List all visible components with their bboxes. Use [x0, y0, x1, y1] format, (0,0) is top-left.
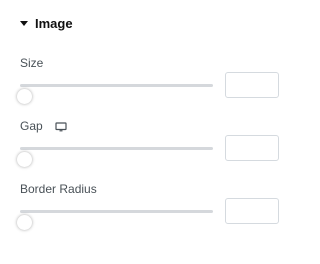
size-slider-handle[interactable] — [17, 89, 32, 104]
border-radius-slider-handle[interactable] — [17, 215, 32, 230]
gap-input[interactable] — [225, 135, 279, 161]
caret-down-icon — [20, 21, 28, 26]
gap-slider-row — [17, 135, 280, 167]
gap-control: Gap — [17, 118, 280, 167]
border-radius-slider-row — [17, 198, 280, 230]
border-radius-slider-track[interactable] — [17, 210, 213, 230]
section-title: Image — [35, 15, 73, 31]
gap-label: Gap — [20, 119, 43, 133]
section-header-image[interactable]: Image — [20, 14, 73, 32]
size-control: Size — [17, 55, 280, 104]
gap-slider-track[interactable] — [17, 147, 213, 167]
border-radius-label: Border Radius — [20, 182, 97, 196]
size-label: Size — [20, 56, 44, 70]
border-radius-control: Border Radius — [17, 181, 280, 230]
size-input[interactable] — [225, 72, 279, 98]
border-radius-input[interactable] — [225, 198, 279, 224]
size-slider-row — [17, 72, 280, 104]
desktop-monitor-icon[interactable] — [55, 120, 67, 132]
gap-slider-handle[interactable] — [17, 152, 32, 167]
size-slider-track[interactable] — [17, 84, 213, 104]
image-settings-panel: Image Size Gap Border Radius — [0, 0, 299, 264]
